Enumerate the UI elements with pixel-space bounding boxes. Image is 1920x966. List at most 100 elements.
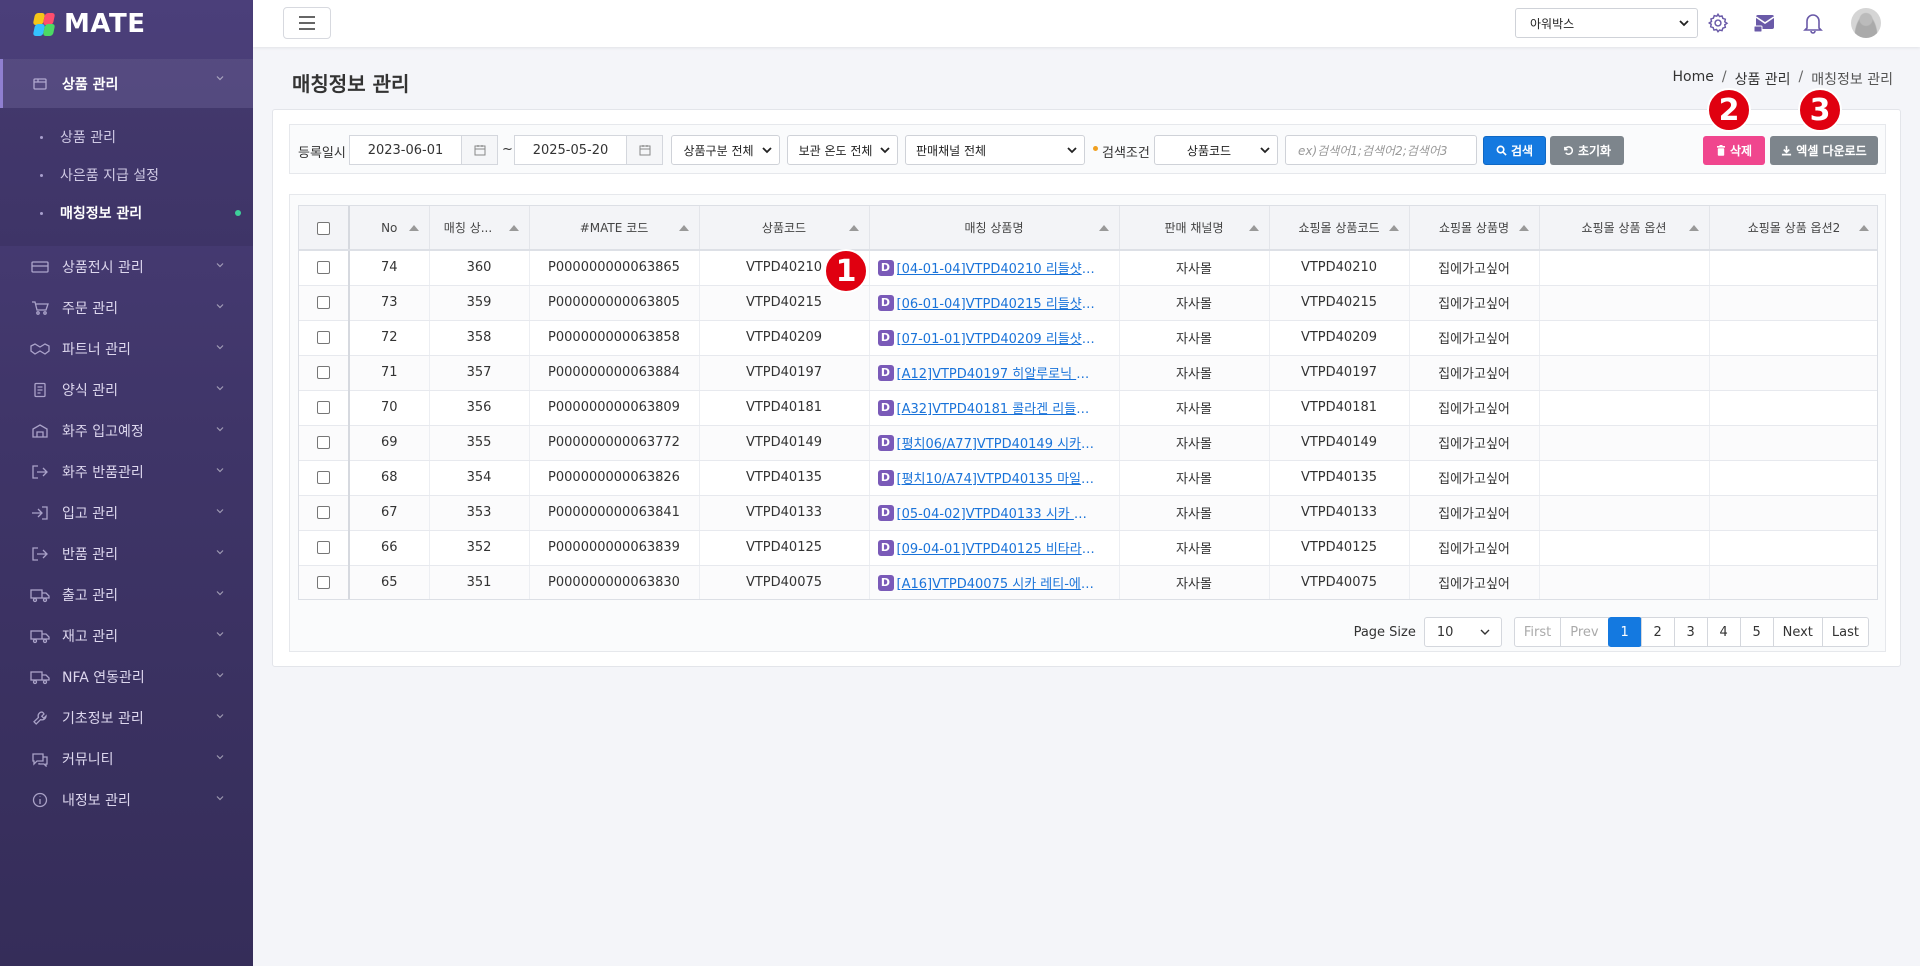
row-checkbox[interactable] (317, 506, 330, 519)
date-from-input[interactable]: 2023-06-01 (349, 135, 462, 165)
table-row[interactable]: 70 356 P000000000063809 VTPD40181 D [A32]VTPD… (299, 390, 1877, 426)
sidebar-item[interactable]: 재고 관리 (0, 615, 253, 656)
product-name-link[interactable]: [평치06/A77]VTPD40149 시카 엑소... (897, 433, 1097, 452)
inbound-schedule-icon (30, 421, 50, 441)
excel-download-button[interactable]: 엑셀 다운로드 (1770, 136, 1878, 165)
cell-mall-name: 집에가고싶어 (1409, 565, 1540, 599)
cell-channel: 자사몰 (1119, 355, 1270, 391)
col-header-mall-name[interactable]: 쇼핑몰 상품명 (1409, 206, 1540, 251)
row-checkbox[interactable] (317, 331, 330, 344)
table-row[interactable]: 74 360 P000000000063865 VTPD40210 D [04-01-04… (299, 250, 1877, 286)
sidebar-item[interactable]: NFA 연동관리 (0, 656, 253, 697)
reset-button[interactable]: 초기화 (1550, 136, 1624, 165)
sidebar-item[interactable]: 파트너 관리 (0, 328, 253, 369)
sidebar-item[interactable]: 양식 관리 (0, 369, 253, 410)
page-5-button[interactable]: 5 (1739, 617, 1774, 647)
page-2-button[interactable]: 2 (1640, 617, 1675, 647)
product-name-link[interactable]: [A12]VTPD40197 히알루로닉 로우 1... (897, 363, 1097, 382)
company-select[interactable]: 아워박스 (1515, 8, 1698, 38)
logo[interactable]: MATE (0, 0, 253, 47)
page-title: 매칭정보 관리 (292, 72, 410, 96)
avatar[interactable] (1851, 8, 1881, 38)
page-3-button[interactable]: 3 (1673, 617, 1708, 647)
date-to-input[interactable]: 2025-05-20 (514, 135, 627, 165)
sidebar-item[interactable]: 화주 반품관리 (0, 451, 253, 492)
search-field-select[interactable]: 상품코드 (1154, 135, 1278, 165)
sidebar-item[interactable]: 커뮤니티 (0, 738, 253, 779)
delete-button[interactable]: 삭제 (1703, 136, 1765, 165)
product-type-select[interactable]: 상품구분 전체 (671, 135, 780, 165)
table-row[interactable]: 72 358 P000000000063858 VTPD40209 D [07-01-01… (299, 320, 1877, 356)
bell-icon[interactable] (1800, 10, 1826, 36)
sidebar-item[interactable]: 주문 관리 (0, 287, 253, 328)
row-checkbox[interactable] (317, 576, 330, 589)
calendar-icon[interactable] (462, 135, 498, 165)
breadcrumb-product[interactable]: 상품 관리 (1735, 69, 1791, 89)
sidebar-item[interactable]: 내정보 관리 (0, 779, 253, 820)
product-name-link[interactable]: [04-01-04]VTPD40210 리들샷 비타... (897, 258, 1097, 277)
cell-no: 70 (349, 390, 430, 426)
col-header-mall-option[interactable]: 쇼핑몰 상품 옵션 (1539, 206, 1710, 251)
sidebar-subitem[interactable]: 상품 관리 (0, 118, 253, 156)
page-1-button[interactable]: 1 (1607, 617, 1642, 647)
page-first-button[interactable]: First (1513, 617, 1562, 647)
table-row[interactable]: 71 357 P000000000063884 VTPD40197 D [A12]VTPD… (299, 355, 1877, 391)
sidebar-subitem[interactable]: 매칭정보 관리 (0, 194, 253, 232)
product-name-link[interactable]: [09-04-01]VTPD40125 비타라이트 ... (897, 538, 1097, 557)
col-header-mate-code[interactable]: #MATE 코드 (529, 206, 700, 251)
table-row[interactable]: 65 351 P000000000063830 VTPD40075 D [A16]VTPD… (299, 565, 1877, 599)
breadcrumb-home[interactable]: Home (1673, 69, 1714, 89)
table-row[interactable]: 66 352 P000000000063839 VTPD40125 D [09-04-01… (299, 530, 1877, 566)
col-header-match-no[interactable]: 매칭 상... (429, 206, 530, 251)
cell-product-code: VTPD40133 (699, 495, 870, 531)
row-checkbox[interactable] (317, 366, 330, 379)
row-checkbox[interactable] (317, 261, 330, 275)
table-row[interactable]: 68 354 P000000000063826 VTPD40135 D [평치10/A74… (299, 460, 1877, 496)
sales-channel-select[interactable]: 판매채널 전체 (905, 135, 1085, 165)
page-next-button[interactable]: Next (1772, 617, 1823, 647)
page-last-button[interactable]: Last (1821, 617, 1869, 647)
calendar-icon[interactable] (627, 135, 663, 165)
row-checkbox-cell (299, 355, 350, 391)
product-name-link[interactable]: [A32]VTPD40181 콜라겐 리들샷 100 (897, 398, 1097, 417)
product-name-link[interactable]: [06-01-04]VTPD40215 리들샷 시너... (897, 293, 1097, 312)
sidebar-item[interactable]: 기초정보 관리 (0, 697, 253, 738)
row-checkbox[interactable] (317, 296, 330, 309)
storage-temp-select[interactable]: 보관 온도 전체 (787, 135, 898, 165)
col-header-product-code[interactable]: 상품코드 (699, 206, 870, 251)
col-header-channel[interactable]: 판매 채널명 (1119, 206, 1270, 251)
search-input[interactable]: ex)검색어1;검색어2;검색어3 (1285, 135, 1477, 165)
row-checkbox[interactable] (317, 541, 330, 554)
table-row[interactable]: 73 359 P000000000063805 VTPD40215 D [06-01-04… (299, 285, 1877, 321)
sidebar-group: 화주 반품관리 (0, 451, 253, 492)
table-row[interactable]: 67 353 P000000000063841 VTPD40133 D [05-04-02… (299, 495, 1877, 531)
page-prev-button[interactable]: Prev (1560, 617, 1609, 647)
sidebar-item[interactable]: 입고 관리 (0, 492, 253, 533)
table-row[interactable]: 69 355 P000000000063772 VTPD40149 D [평치06/A77… (299, 425, 1877, 461)
row-checkbox[interactable] (317, 436, 330, 449)
sidebar-item[interactable]: 화주 입고예정 (0, 410, 253, 451)
col-header-mall-code[interactable]: 쇼핑몰 상품코드 (1269, 206, 1410, 251)
page-size-select[interactable]: 10 (1423, 617, 1502, 647)
product-name-link[interactable]: [A16]VTPD40075 시카 레티-에이 에... (897, 573, 1097, 592)
product-name-link[interactable]: [평치10/A74]VTPD40135 마일드 리... (897, 468, 1097, 487)
col-header-matched-name[interactable]: 매칭 상품명 (869, 206, 1120, 251)
product-type-value: 상품구분 전체 (683, 143, 754, 158)
page-4-button[interactable]: 4 (1706, 617, 1741, 647)
select-all-checkbox[interactable] (317, 221, 330, 235)
sidebar-subitem[interactable]: 사은품 지급 설정 (0, 156, 253, 194)
sidebar-item[interactable]: 출고 관리 (0, 574, 253, 615)
message-box-icon[interactable] (1752, 10, 1778, 36)
product-name-link[interactable]: [05-04-02]VTPD40133 시카 콜라겐... (897, 503, 1097, 522)
col-header-mall-option2[interactable]: 쇼핑몰 상품 옵션2 (1709, 206, 1877, 251)
sidebar-item[interactable]: 상품전시 관리 (0, 246, 253, 287)
sidebar-item[interactable]: 반품 관리 (0, 533, 253, 574)
row-checkbox[interactable] (317, 401, 330, 414)
menu-toggle-button[interactable] (283, 7, 331, 39)
gear-icon[interactable] (1705, 10, 1731, 36)
col-header-no[interactable]: No (349, 206, 430, 251)
row-checkbox[interactable] (317, 471, 330, 484)
sidebar-item[interactable]: 상품 관리 (0, 59, 253, 108)
search-button[interactable]: 검색 (1483, 136, 1546, 165)
product-name-link[interactable]: [07-01-01]VTPD40209 리들샷 비타... (897, 328, 1097, 347)
